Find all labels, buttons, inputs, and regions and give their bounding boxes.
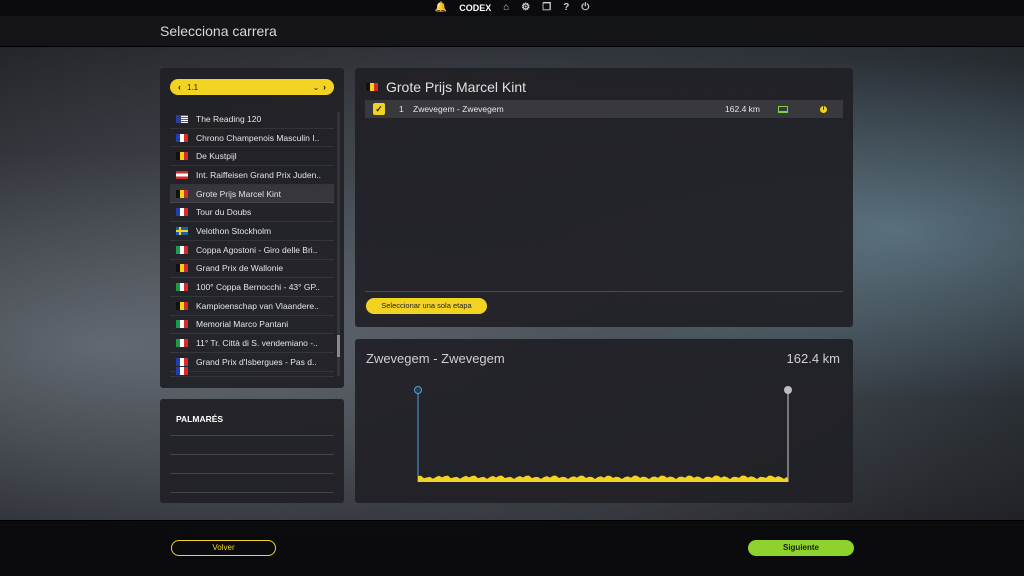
flag-icon xyxy=(366,83,378,91)
footer-bar: Volver Siguiente xyxy=(0,520,1024,576)
flag-icon xyxy=(176,170,188,179)
category-selector[interactable]: ‹ 1.1 ⌄ › xyxy=(170,79,334,95)
power-icon[interactable]: ⏻ xyxy=(581,0,589,16)
back-button[interactable]: Volver xyxy=(171,540,276,556)
scrollbar-thumb[interactable] xyxy=(337,335,340,357)
copy-icon[interactable]: ❐ xyxy=(542,0,551,16)
flag-icon xyxy=(176,320,188,329)
race-list-item[interactable]: Kampioenschap van Vlaandere.. xyxy=(170,297,334,316)
flag-icon xyxy=(176,208,188,217)
race-name: Tour du Doubs xyxy=(196,207,252,218)
race-name: Int. Raiffeisen Grand Prix Juden.. xyxy=(196,169,322,180)
palmares-heading: PALMARÉS xyxy=(176,414,224,424)
divider xyxy=(170,473,334,474)
flag-icon xyxy=(176,367,188,376)
stage-distance: 162.4 km xyxy=(725,104,760,114)
help-icon[interactable]: ? xyxy=(563,0,569,16)
divider xyxy=(170,435,334,436)
flag-icon xyxy=(176,301,188,310)
divider xyxy=(170,492,334,493)
finish-marker xyxy=(784,386,792,394)
race-detail-panel: Grote Prijs Marcel Kint ✓ 1 Zwevegem - Z… xyxy=(355,68,853,327)
category-value: 1.1 xyxy=(187,82,199,92)
stage-profile-panel: Zwevegem - Zwevegem 162.4 km xyxy=(355,339,853,503)
race-name: 11° Tr. Città di S. vendemiano -.. xyxy=(196,338,318,349)
brand-label: CODEX xyxy=(459,3,492,13)
race-list-item[interactable]: Coppa Agostoni - Giro delle Bri.. xyxy=(170,241,334,260)
flag-icon xyxy=(176,264,188,273)
race-name: Velothon Stockholm xyxy=(196,225,272,236)
chevron-down-icon[interactable]: ⌄ xyxy=(309,83,323,92)
race-list-item[interactable]: Memorial Marco Pantani xyxy=(170,316,334,335)
race-list-scrollbar[interactable] xyxy=(337,112,340,376)
race-list-item[interactable]: The Reading 120 xyxy=(170,110,334,129)
flag-icon xyxy=(176,226,188,235)
race-list-item[interactable] xyxy=(170,367,334,377)
flag-icon xyxy=(176,133,188,142)
race-title: Grote Prijs Marcel Kint xyxy=(366,79,526,95)
gear-icon[interactable]: ⚙ xyxy=(521,0,530,16)
monitor-icon[interactable] xyxy=(778,105,788,113)
race-list-item[interactable]: De Kustpijl xyxy=(170,147,334,167)
race-name: Memorial Marco Pantani xyxy=(196,319,289,330)
title-bar: Selecciona carrera xyxy=(0,16,1024,47)
flag-icon xyxy=(176,339,188,348)
start-marker xyxy=(414,386,422,394)
palmares-panel: PALMARÉS xyxy=(160,399,344,503)
race-list-item[interactable]: Tour du Doubs xyxy=(170,203,334,223)
flag-icon xyxy=(176,114,188,123)
next-button[interactable]: Siguiente xyxy=(748,540,854,556)
race-name: The Reading 120 xyxy=(196,113,262,124)
page-title: Selecciona carrera xyxy=(160,23,277,39)
race-list: The Reading 120 Chrono Champenois Masculi… xyxy=(170,110,334,378)
race-name: Chrono Champenois Masculin I.. xyxy=(196,132,320,143)
race-name: Grand Prix de Wallonie xyxy=(196,263,284,274)
race-list-item[interactable]: 11° Tr. Città di S. vendemiano -.. xyxy=(170,334,334,353)
top-menu-bar: 🔔 CODEX ⌂ ⚙ ❐ ? ⏻ xyxy=(0,0,1024,16)
divider xyxy=(365,291,843,292)
race-name: 100° Coppa Bernocchi - 43° GP.. xyxy=(196,282,320,293)
flag-icon xyxy=(176,357,188,366)
checkbox-checked-icon[interactable]: ✓ xyxy=(373,103,385,115)
race-name: De Kustpijl xyxy=(196,151,237,162)
flag-icon xyxy=(176,152,188,161)
race-list-panel: ‹ 1.1 ⌄ › The Reading 120 Chrono Champeno… xyxy=(160,68,344,388)
home-icon[interactable]: ⌂ xyxy=(503,0,509,16)
info-icon[interactable]: i xyxy=(820,105,827,113)
select-single-stage-button[interactable]: Seleccionar una sola etapa xyxy=(366,298,487,314)
race-name: Kampioenschap van Vlaandere.. xyxy=(196,300,319,311)
race-name: Grand Prix d'Isbergues - Pas d.. xyxy=(196,356,317,367)
race-list-item[interactable]: Int. Raiffeisen Grand Prix Juden.. xyxy=(170,166,334,185)
elevation-area xyxy=(418,475,788,482)
flag-icon xyxy=(176,189,188,198)
race-list-item[interactable]: 100° Coppa Bernocchi - 43° GP.. xyxy=(170,278,334,297)
race-name: Coppa Agostoni - Giro delle Bri.. xyxy=(196,244,318,255)
elevation-profile xyxy=(414,386,792,482)
flag-icon xyxy=(176,245,188,254)
race-title-text: Grote Prijs Marcel Kint xyxy=(386,79,527,95)
race-list-item[interactable]: Velothon Stockholm xyxy=(170,222,334,241)
race-list-item[interactable]: Grand Prix de Wallonie xyxy=(170,260,334,279)
chevron-right-icon[interactable]: › xyxy=(323,82,326,92)
bell-icon[interactable]: 🔔 xyxy=(435,0,447,16)
stage-number: 1 xyxy=(399,104,404,114)
race-list-item[interactable]: Grote Prijs Marcel Kint xyxy=(170,184,334,204)
divider xyxy=(170,454,334,455)
race-list-item[interactable]: Chrono Champenois Masculin I.. xyxy=(170,129,334,148)
flag-icon xyxy=(176,283,188,292)
race-name: Grote Prijs Marcel Kint xyxy=(196,188,282,199)
stage-name: Zwevegem - Zwevegem xyxy=(413,104,504,114)
stage-row[interactable]: ✓ 1 Zwevegem - Zwevegem 162.4 km i xyxy=(365,100,843,118)
